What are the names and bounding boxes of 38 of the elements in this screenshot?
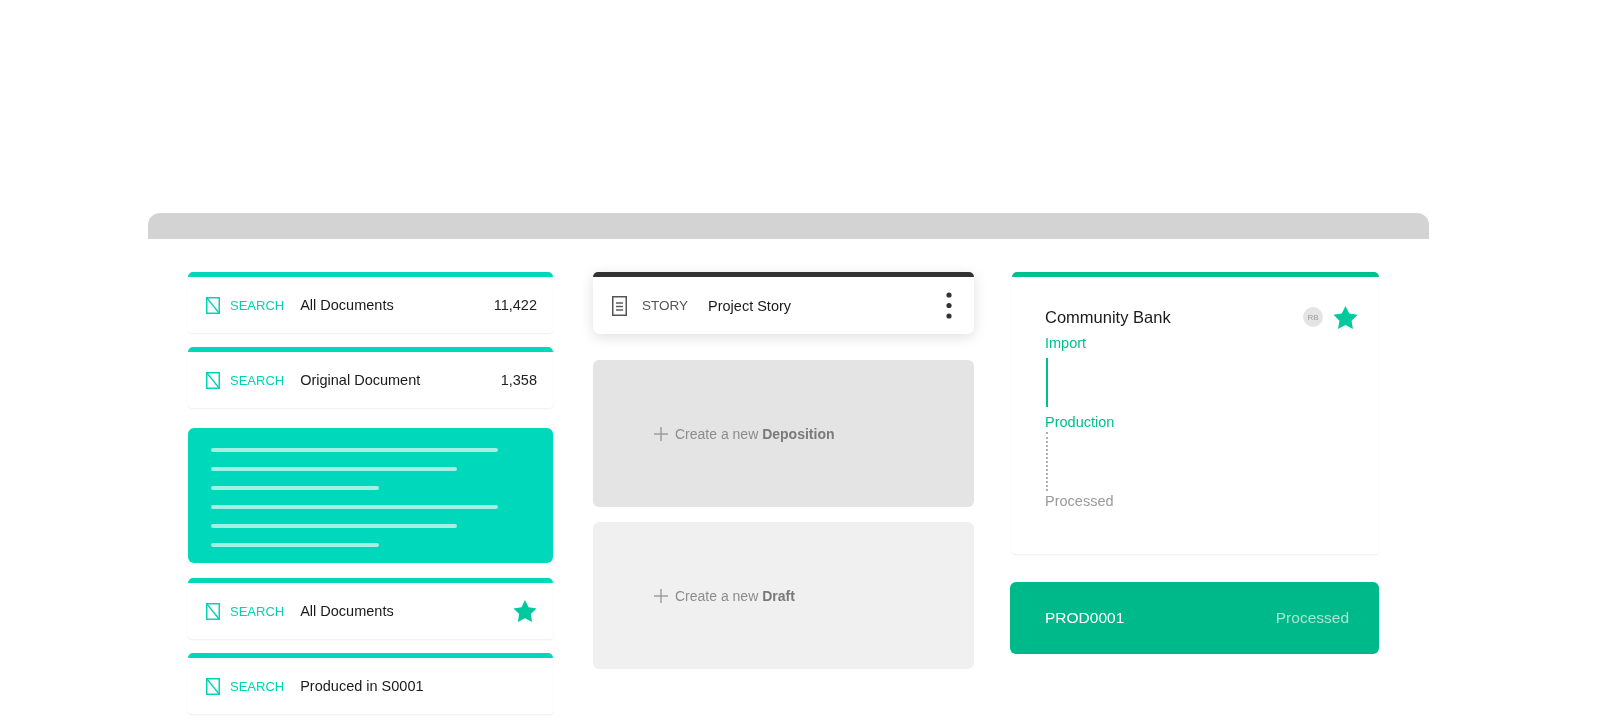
slashed-square-icon <box>206 371 220 389</box>
project-title: Community Bank <box>1045 307 1172 327</box>
star-icon[interactable] <box>1333 305 1358 329</box>
type-label: SEARCH <box>230 603 285 619</box>
search-card[interactable]: SEARCH Original Document 1,358 <box>188 347 553 408</box>
stage-label: Import <box>1045 334 1087 353</box>
progress-connector <box>1046 432 1048 491</box>
result-count: 11,422 <box>493 297 537 313</box>
search-title: All Documents <box>300 603 394 619</box>
stage-label: Processed <box>1045 492 1114 511</box>
status-label: Processed <box>1275 609 1349 627</box>
create-card[interactable]: Create a new Draft <box>593 522 974 669</box>
slashed-square-icon <box>206 602 220 620</box>
plus-icon <box>654 426 668 441</box>
type-label: SEARCH <box>230 372 285 388</box>
production-card[interactable]: Community Bank RB Import Production Processed <box>1012 272 1379 554</box>
star-icon[interactable] <box>513 600 537 622</box>
slashed-square-icon <box>206 296 220 314</box>
slashed-square-icon <box>206 677 220 695</box>
progress-connector <box>1046 358 1048 407</box>
result-count: 1,358 <box>500 372 537 388</box>
initials-avatar: RB <box>1303 307 1323 327</box>
document-icon <box>612 295 627 316</box>
search-title: All Documents <box>300 297 394 313</box>
search-card[interactable]: SEARCH All Documents 11,422 <box>188 272 553 333</box>
kebab-menu-icon[interactable] <box>946 292 952 319</box>
search-card[interactable]: SEARCH All Documents <box>188 578 553 639</box>
type-label: SEARCH <box>230 297 285 313</box>
production-id: PROD0001 <box>1045 609 1125 627</box>
story-title: Project Story <box>708 297 792 314</box>
stage-label: Production <box>1045 413 1115 432</box>
search-card[interactable]: SEARCH Produced in S0001 <box>188 653 553 714</box>
type-label: SEARCH <box>230 678 285 694</box>
type-label: STORY <box>642 298 689 313</box>
search-title: Produced in S0001 <box>300 678 424 694</box>
story-card[interactable]: STORY Project Story <box>593 272 974 334</box>
search-title: Original Document <box>300 372 421 388</box>
plus-icon <box>654 588 668 603</box>
